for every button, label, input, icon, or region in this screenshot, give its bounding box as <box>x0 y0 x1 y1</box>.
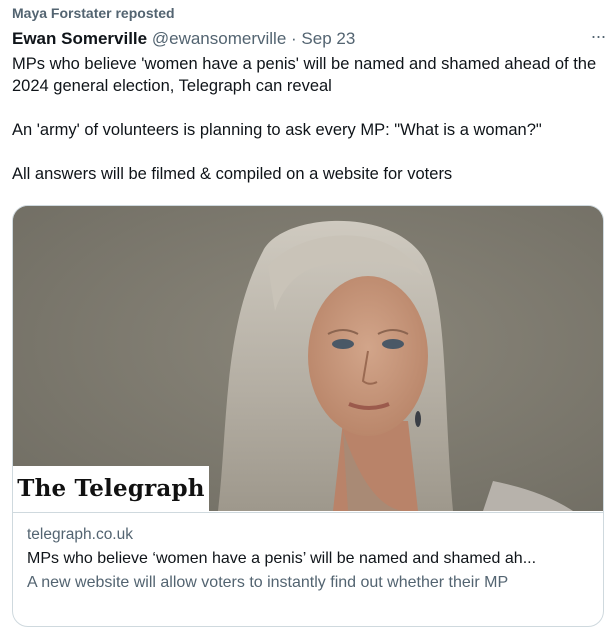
tweet-date[interactable]: Sep 23 <box>301 29 355 48</box>
brand-text: The Telegraph <box>17 475 205 502</box>
card-image[interactable]: The Telegraph <box>13 206 603 511</box>
more-options-icon[interactable]: ··· <box>586 26 610 50</box>
separator-dot: · <box>291 29 297 48</box>
tweet-paragraph-1: MPs who believe 'women have a penis' wil… <box>12 55 597 95</box>
repost-label[interactable]: Maya Forstater reposted <box>12 4 175 22</box>
card-title[interactable]: MPs who believe ‘women have a penis’ wil… <box>27 548 589 569</box>
telegraph-logo: The Telegraph <box>13 466 209 511</box>
link-card[interactable]: The Telegraph telegraph.co.uk MPs who be… <box>12 205 604 627</box>
tweet-text: MPs who believe 'women have a penis' wil… <box>12 53 602 185</box>
tweet-header: Ewan Somerville @ewansomerville · Sep 23 <box>12 28 602 50</box>
author-name[interactable]: Ewan Somerville <box>12 29 147 48</box>
author-handle[interactable]: @ewansomerville <box>152 29 286 48</box>
tweet-paragraph-2: An 'army' of volunteers is planning to a… <box>12 121 542 139</box>
card-domain[interactable]: telegraph.co.uk <box>27 525 589 545</box>
tweet-paragraph-3: All answers will be filmed & compiled on… <box>12 165 453 183</box>
card-meta[interactable]: telegraph.co.uk MPs who believe ‘women h… <box>13 512 603 626</box>
card-description[interactable]: A new website will allow voters to insta… <box>27 572 589 593</box>
